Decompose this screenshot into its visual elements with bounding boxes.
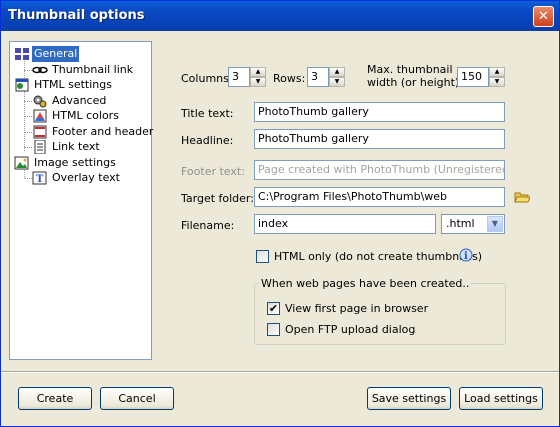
extension-select[interactable]: .html ▼ (441, 214, 505, 234)
view-first-page-label[interactable]: View first page in browser (285, 302, 428, 315)
create-button[interactable]: Create (18, 387, 92, 410)
tree-item-overlay-text[interactable]: T Overlay text (32, 170, 147, 186)
columns-spinner[interactable]: ▲ ▼ (250, 67, 266, 87)
thumbnail-options-dialog: Thumbnail options ✕ General Thumbnail li… (0, 0, 560, 427)
tree-label: Footer and header (52, 125, 154, 138)
tree-connector (24, 101, 32, 102)
folder-browse-icon[interactable] (514, 190, 530, 204)
max-thumbnail-spinner[interactable]: ▲ ▼ (489, 67, 505, 87)
settings-tree[interactable]: General Thumbnail link HTML settings Adv… (9, 41, 153, 360)
title-bar[interactable]: Thumbnail options ✕ (1, 1, 559, 31)
filename-label: Filename: (181, 219, 235, 232)
svg-text:i: i (464, 251, 468, 262)
title-text-label: Title text: (181, 107, 234, 120)
max-thumbnail-label: Max. thumbnail (367, 63, 453, 76)
spin-down-icon[interactable]: ▼ (329, 77, 345, 87)
grid-icon (15, 48, 29, 60)
window-title: Thumbnail options (8, 8, 145, 23)
tree-item-image-settings[interactable]: Image settings (14, 155, 144, 171)
tree-connector (24, 91, 25, 151)
cancel-button[interactable]: Cancel (100, 387, 174, 410)
ftp-upload-label[interactable]: Open FTP upload dialog (285, 323, 415, 336)
max-thumbnail-input[interactable]: 150 (457, 67, 489, 87)
gears-icon (33, 95, 47, 108)
info-icon[interactable]: i (457, 247, 475, 263)
save-settings-button[interactable]: Save settings (367, 387, 451, 410)
document-icon (34, 140, 46, 154)
svg-text:T: T (36, 174, 44, 185)
headline-input[interactable]: PhotoThumb gallery (254, 129, 505, 149)
overlay-text-icon: T (32, 171, 47, 185)
rows-spinner[interactable]: ▲ ▼ (329, 67, 345, 87)
tree-label: Advanced (52, 94, 107, 107)
tree-connector (24, 132, 32, 133)
spin-down-icon[interactable]: ▼ (489, 77, 505, 87)
tree-connector (24, 70, 32, 71)
headline-label: Headline: (181, 134, 234, 147)
footer-text-input[interactable]: Page created with PhotoThumb (Unregister… (254, 160, 505, 180)
after-creation-group-title: When web pages have been created.. (259, 277, 472, 290)
filename-input[interactable]: index (254, 214, 436, 234)
text-page-icon (33, 125, 47, 139)
columns-input[interactable]: 3 (228, 67, 250, 87)
rows-label: Rows: (273, 72, 306, 85)
tree-label: Thumbnail link (52, 63, 134, 76)
tree-connector (24, 147, 32, 148)
tree-item-advanced[interactable]: Advanced (32, 93, 147, 109)
target-folder-label: Target folder: (181, 192, 254, 205)
tree-label: General (32, 46, 80, 62)
tree-item-thumbnail-link[interactable]: Thumbnail link (32, 62, 147, 78)
html-only-checkbox[interactable] (256, 250, 269, 263)
html-only-label[interactable]: HTML only (do not create thumbnails) (274, 250, 482, 263)
columns-label: Columns: (181, 72, 233, 85)
close-button[interactable]: ✕ (533, 6, 554, 27)
colors-icon (33, 109, 47, 123)
extension-value: .html (446, 217, 475, 230)
divider (1, 371, 559, 373)
footer-text-label: Footer text: (181, 165, 245, 178)
html-page-icon (15, 78, 29, 92)
load-settings-button[interactable]: Load settings (459, 387, 543, 410)
spin-up-icon[interactable]: ▲ (250, 67, 266, 77)
tree-connector (24, 116, 32, 117)
tree-item-general[interactable]: General (14, 46, 144, 62)
tree-label: Link text (52, 140, 100, 153)
tree-label: HTML settings (34, 78, 112, 91)
spin-down-icon[interactable]: ▼ (250, 77, 266, 87)
view-first-page-checkbox[interactable]: ✔ (267, 302, 280, 315)
spin-up-icon[interactable]: ▲ (329, 67, 345, 77)
tree-label: HTML colors (52, 109, 119, 122)
tree-connector (24, 178, 32, 179)
tree-label: Overlay text (52, 171, 120, 184)
image-icon (14, 156, 29, 170)
chevron-down-icon[interactable]: ▼ (487, 216, 503, 232)
tree-item-html-colors[interactable]: HTML colors (32, 108, 147, 124)
tree-item-footer-header[interactable]: Footer and header (32, 124, 153, 140)
spin-up-icon[interactable]: ▲ (489, 67, 505, 77)
tree-item-html-settings[interactable]: HTML settings (14, 77, 144, 93)
tree-item-link-text[interactable]: Link text (32, 139, 147, 155)
title-text-input[interactable]: PhotoThumb gallery (254, 102, 505, 122)
tree-label: Image settings (34, 156, 116, 169)
rows-input[interactable]: 3 (307, 67, 329, 87)
ftp-upload-checkbox[interactable] (267, 323, 280, 336)
target-folder-input[interactable]: C:\Program Files\PhotoThumb\web (254, 187, 505, 207)
max-thumbnail-label-2: width (or height): (367, 76, 463, 89)
link-icon (32, 66, 48, 74)
